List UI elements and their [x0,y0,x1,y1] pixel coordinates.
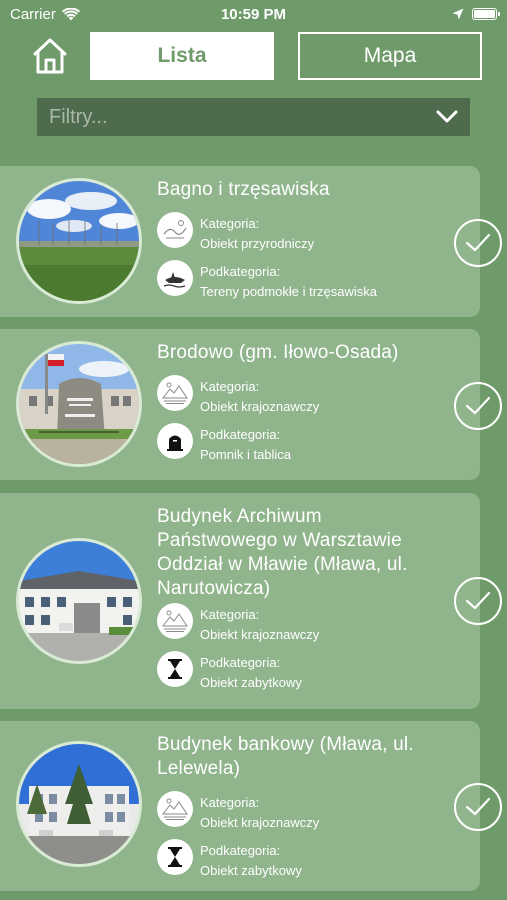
location-arrow-icon [452,8,464,20]
item-thumbnail [16,538,142,664]
tab-list[interactable]: Lista [90,32,274,80]
hourglass-icon [157,651,193,687]
carrier-label: Carrier [10,5,56,23]
list-item[interactable]: Budynek bankowy (Mława, ul. Lelewela) Ka… [0,721,502,891]
nature-icon [157,212,193,248]
item-title: Brodowo (gm. Iłowo-Osada) [157,342,399,363]
item-subcategory: Podkategoria: Tereny podmokłe i trzęsawi… [157,260,377,302]
checkmark-icon [465,396,491,415]
visited-check-button[interactable] [454,219,502,267]
status-right [452,8,500,20]
item-category: Kategoria: Obiekt krajoznawczy [157,375,319,417]
subcategory-label: Podkategoria: [200,843,281,858]
battery-icon [472,8,500,20]
subcategory-label: Podkategoria: [200,655,281,670]
monument-icon [157,423,193,459]
item-title: Budynek Archiwum Państwowego w Warsztawi… [157,506,408,599]
category-label: Kategoria: [200,379,260,394]
wifi-icon [61,7,80,20]
category-label: Kategoria: [200,216,260,231]
status-bar: Carrier 10:59 PM [0,0,507,28]
hourglass-icon [157,839,193,875]
checkmark-icon [465,233,491,252]
category-value: Obiekt krajoznawczy [200,815,320,830]
subcategory-label: Podkategoria: [200,264,281,279]
item-category: Kategoria: Obiekt krajoznawczy [157,603,319,645]
list-item[interactable]: Budynek Archiwum Państwowego w Warsztawi… [0,493,502,709]
category-value: Obiekt krajoznawczy [200,627,320,642]
checkmark-icon [465,591,491,610]
subcategory-value: Tereny podmokłe i trzęsawiska [200,284,378,299]
wetland-icon [157,260,193,296]
item-thumbnail [16,178,142,304]
item-category: Kategoria: Obiekt krajoznawczy [157,791,319,833]
item-title: Bagno i trzęsawiska [157,179,330,200]
top-navigation: Lista Mapa [0,30,507,82]
chevron-down-icon [436,110,458,123]
list-item[interactable]: Bagno i trzęsawiska Kategoria: Obiekt pr… [0,166,502,317]
item-subcategory: Podkategoria: Pomnik i tablica [157,423,291,465]
item-thumbnail [16,341,142,467]
subcategory-value: Obiekt zabytkowy [200,675,302,690]
category-label: Kategoria: [200,607,260,622]
item-thumbnail [16,741,142,867]
visited-check-button[interactable] [454,783,502,831]
item-subcategory: Podkategoria: Obiekt zabytkowy [157,839,302,881]
visited-check-button[interactable] [454,382,502,430]
subcategory-value: Obiekt zabytkowy [200,863,302,878]
subcategory-label: Podkategoria: [200,427,281,442]
category-label: Kategoria: [200,795,260,810]
category-value: Obiekt przyrodniczy [200,236,315,251]
list-item[interactable]: Brodowo (gm. Iłowo-Osada) Kategoria: Obi… [0,329,502,480]
category-value: Obiekt krajoznawczy [200,399,320,414]
landscape-icon [157,375,193,411]
filter-placeholder: Filtry... [49,105,108,128]
tab-map[interactable]: Mapa [298,32,482,80]
item-subcategory: Podkategoria: Obiekt zabytkowy [157,651,302,693]
item-title: Budynek bankowy (Mława, ul. Lelewela) [157,734,414,779]
item-category: Kategoria: Obiekt przyrodniczy [157,212,314,254]
visited-check-button[interactable] [454,577,502,625]
home-icon [33,38,67,74]
landscape-icon [157,603,193,639]
filter-dropdown[interactable]: Filtry... [37,98,470,136]
status-left: Carrier [10,6,80,23]
home-button[interactable] [30,36,70,76]
checkmark-icon [465,797,491,816]
landscape-icon [157,791,193,827]
subcategory-value: Pomnik i tablica [200,447,292,462]
